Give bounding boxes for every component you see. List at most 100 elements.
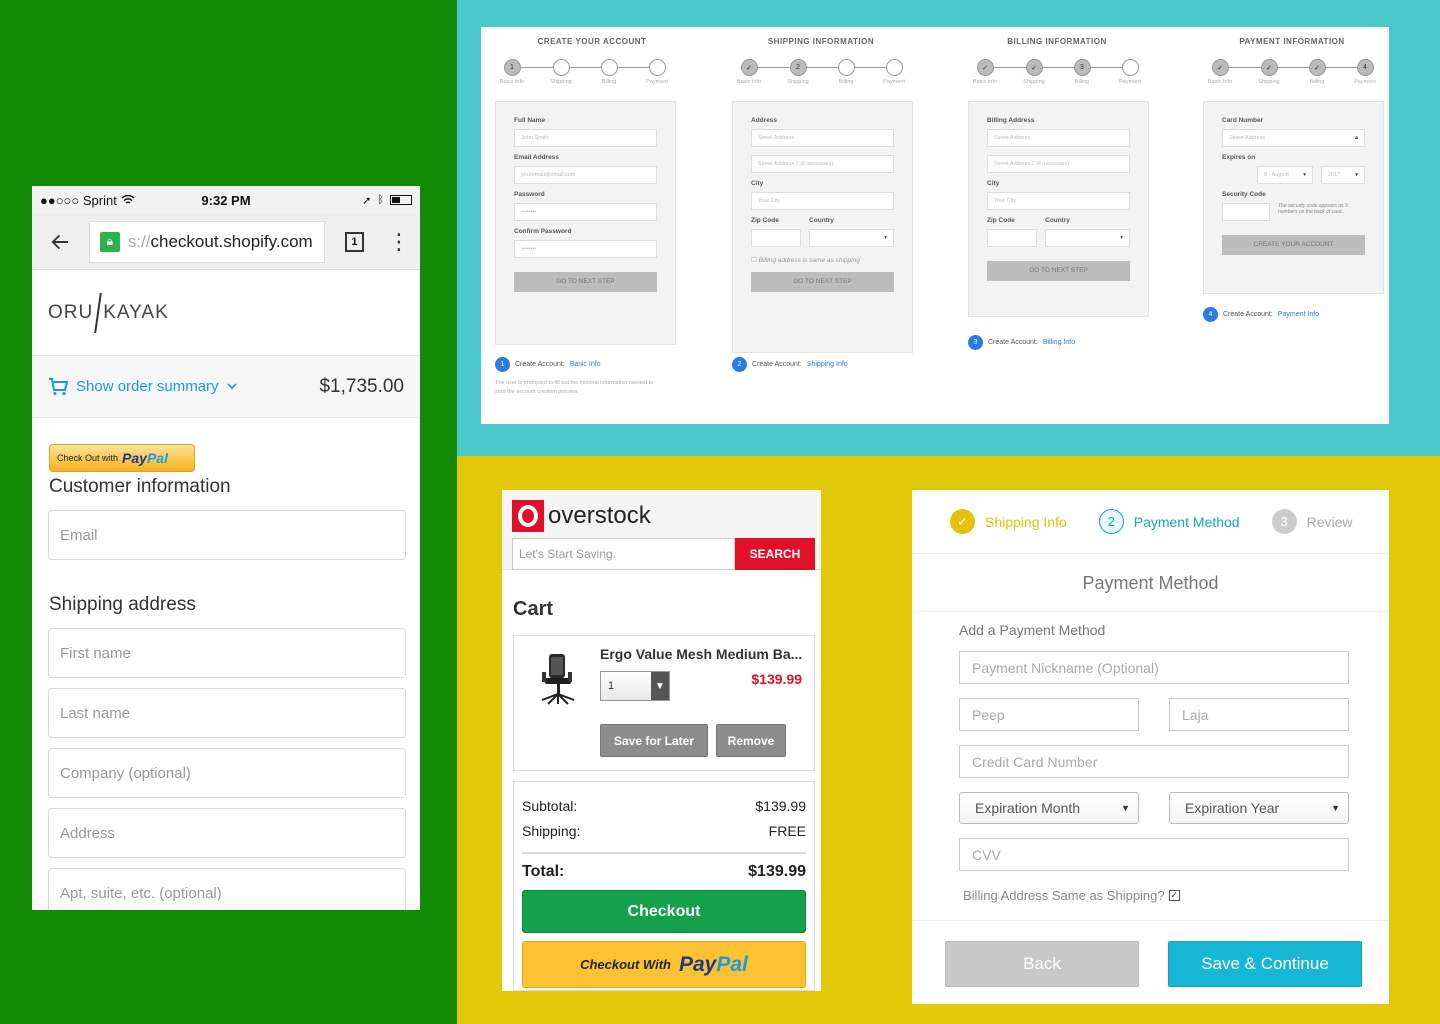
wire-step: Payment [883,59,905,85]
checkout-button[interactable]: Checkout [522,890,806,933]
remove-button[interactable]: Remove [716,724,786,757]
first-name-input[interactable]: Peep [959,698,1139,731]
last-name-input[interactable]: Laja [1169,698,1349,731]
wire-step: ✓ Basic Info [1208,59,1232,85]
wire-stepper: 1 Basic Info Shipping Billing Payment [500,59,668,89]
wire-form-card: Billing Address Street Address Street Ad… [968,101,1149,317]
address-field[interactable]: Address [48,808,406,858]
battery-icon [390,195,412,205]
chevron-down-icon: ▼ [651,672,669,700]
page-title: Payment Method [912,554,1389,612]
wire-billing-street-input[interactable]: Street Address [987,129,1130,147]
shipping-value: FREE [768,823,806,839]
wire-billing-city-input[interactable]: Your City [987,192,1130,210]
wire-street-input[interactable]: Street Address [751,129,894,147]
overstock-header: overstock Let's Start Saving. SEARCH [502,490,821,570]
carrier-label: ●●○○○ Sprint [40,192,117,208]
order-total: $1,735.00 [319,375,404,397]
wire-card-number-input[interactable]: Street Address 🔒︎ [1222,129,1365,147]
cart-icon [49,377,68,395]
wire-country-select[interactable]: ▾ [809,229,894,247]
overflow-menu-icon[interactable]: ⋮ [388,229,410,255]
quantity-select[interactable]: 1 ▼ [600,671,670,701]
wire-billing-zip-input[interactable] [987,229,1037,247]
wire-confirm-password-input[interactable]: •••••••• [514,240,657,258]
search-input[interactable]: Let's Start Saving. [512,538,735,570]
first-name-field[interactable]: First name [48,628,406,678]
order-summary-label: Show order summary [76,378,219,395]
account-wireframe: CREATE YOUR ACCOUNT 1 Basic Info Shipping… [481,27,1389,424]
wire-step: 3 Billing [1073,59,1091,85]
wire-next-step-button[interactable]: GO TO NEXT STEP [514,272,657,292]
wire-caption: 3 Create Account: Billing Info [968,335,1075,350]
wire-zip-input[interactable] [751,229,801,247]
wire-col-billing: BILLING INFORMATION ✓ Basic Info ✓ Shippin… [954,27,1184,424]
paypal-prefix: Checkout With [580,957,671,972]
step-shipping-info[interactable]: ✓ Shipping Info [950,509,1067,534]
customer-info-title: Customer information [49,476,231,497]
paypal-checkout-button[interactable]: Checkout With PayPal [522,941,806,988]
lock-icon: 🔒︎ [99,231,120,252]
back-button[interactable]: Back [945,941,1139,987]
wire-create-account-button[interactable]: CREATE YOUR ACCOUNT [1222,235,1365,255]
billing-same-checkbox[interactable]: ✓ [1168,890,1180,901]
wire-next-step-button[interactable]: GO TO NEXT STEP [987,261,1130,281]
wifi-icon [121,195,135,204]
apt-suite-field[interactable]: Apt, suite, etc. (optional) [48,868,406,910]
wire-step: 4 Payment [1354,59,1376,85]
billing-same-option: Billing Address Same as Shipping? ✓ [959,888,1349,903]
step-payment-method[interactable]: 2 Payment Method [1098,509,1240,534]
expiration-month-select[interactable]: Expiration Month ▼ [959,792,1139,824]
overstock-logo[interactable]: overstock [512,500,815,532]
paypal-checkout-button[interactable]: Check Out with PayPal [49,444,195,472]
company-field[interactable]: Company (optional) [48,748,406,798]
wire-email-input[interactable]: youremail@email.com [514,166,657,184]
wire-street2-input[interactable]: Street Address 2 (if necessary) [751,155,894,173]
brand-left: ORU [48,301,94,323]
back-arrow-icon[interactable] [50,231,71,253]
email-field[interactable]: Email [48,510,406,560]
url-field[interactable]: 🔒︎ s://checkout.shopify.com [88,220,325,263]
payment-nickname-input[interactable]: Payment Nickname (Optional) [959,651,1349,684]
step-review[interactable]: 3 Review [1271,509,1352,534]
credit-card-input[interactable]: Credit Card Number [959,745,1349,778]
chevron-down-icon [226,383,237,390]
wire-city-input[interactable]: Your City [751,192,894,210]
wire-caption: 2 Create Account: Shipping Info [732,357,848,372]
add-payment-label: Add a Payment Method [959,622,1106,638]
save-continue-button[interactable]: Save & Continue [1168,941,1362,987]
subtotal-value: $139.99 [755,798,806,814]
wire-col-basic-info: CREATE YOUR ACCOUNT 1 Basic Info Shipping… [481,27,711,424]
wire-step: Billing [600,59,618,85]
search-button[interactable]: SEARCH [735,538,815,570]
office-chair-image [541,654,575,705]
wire-password-input[interactable]: •••••••• [514,203,657,221]
expiration-year-select[interactable]: Expiration Year ▼ [1169,792,1349,824]
url-host: checkout.shopify.com [150,231,313,251]
last-name-field[interactable]: Last name [48,688,406,738]
wire-billing-country-select[interactable]: ▾ [1045,229,1130,247]
wire-exp-month-select[interactable]: 8 - August ▾ [1257,166,1313,184]
wire-exp-year-select[interactable]: 2017 ▾ [1321,166,1365,184]
paypal-logo: PayPal [122,450,168,466]
show-order-summary-link[interactable]: Show order summary [48,377,237,396]
save-for-later-button[interactable]: Save for Later [600,724,708,757]
brand-right: KAYAK [103,301,169,323]
wire-form-card: Card Number Street Address 🔒︎ Expires on … [1203,101,1384,294]
cvv-input[interactable]: CVV [959,838,1349,871]
wire-security-code-input[interactable] [1222,203,1270,221]
wire-col-title: CREATE YOUR ACCOUNT [537,37,647,46]
wire-step: Shipping [550,59,572,85]
wire-col-title: SHIPPING INFORMATION [767,37,875,46]
check-icon: ✓ [950,509,975,534]
wire-billing-street2-input[interactable]: Street Address 2 (if necessary) [987,155,1130,173]
payment-form-body: Add a Payment Method Payment Nickname (O… [912,612,1389,903]
wire-full-name-input[interactable]: John Smith [514,129,657,147]
wire-step: Billing [837,59,855,85]
wire-note: The user is prompted to fill out the min… [495,380,654,395]
url-scheme: s:// [127,231,151,251]
wire-billing-same-check[interactable]: ☐ Billing address is same as shipping [751,256,894,264]
tab-switcher-button[interactable]: 1 [344,231,364,252]
item-name[interactable]: Ergo Value Mesh Medium Ba... [600,646,802,662]
wire-next-step-button[interactable]: GO TO NEXT STEP [751,272,894,292]
